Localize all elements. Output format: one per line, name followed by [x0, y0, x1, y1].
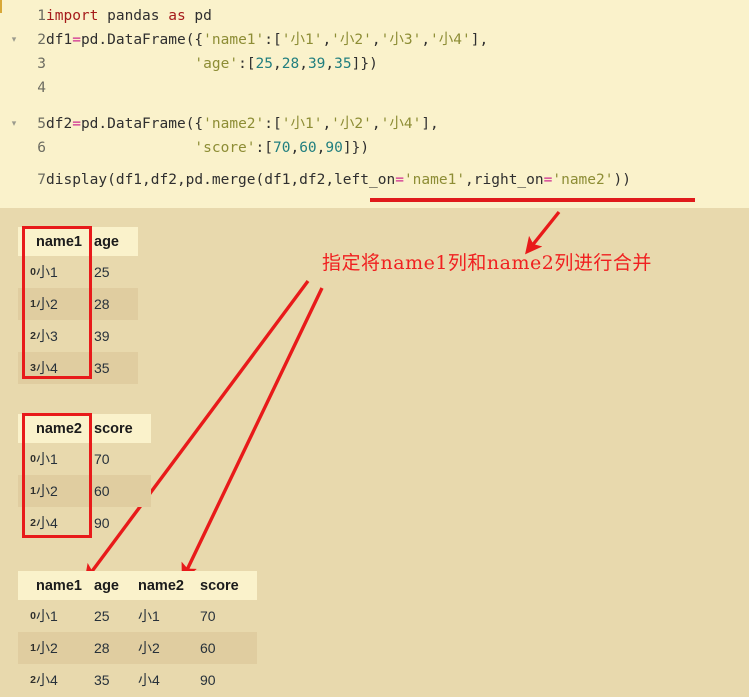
table-row: 0 小1 70	[18, 443, 151, 475]
row-index: 1	[18, 475, 36, 507]
cell-name2: 小2	[138, 632, 200, 664]
cell-name1: 小2	[36, 288, 94, 320]
code-line-6[interactable]: 6 'score':[70,60,90]})	[0, 136, 369, 160]
row-index: 2	[30, 517, 36, 529]
column-header-score[interactable]: score	[200, 571, 257, 600]
arrow-to-merge-args	[525, 210, 561, 255]
line-number-7: 7	[37, 172, 46, 188]
cell-name2: 小4	[36, 515, 58, 531]
cell-name1: 小4	[36, 352, 94, 384]
column-header-age[interactable]: age	[94, 227, 138, 256]
arrow-to-merged-name2	[181, 287, 324, 581]
table-row: 0 小1 25	[18, 256, 138, 288]
cell-name2: 小1	[138, 608, 160, 624]
dataframe-merged: name1 age name2 score 0 小1 25 小1 70 1 小2…	[18, 571, 257, 696]
table-row: 2 小4 90	[18, 507, 151, 539]
cell-name1: 小1	[36, 264, 58, 280]
code-line-1[interactable]: 1import pandas as pd	[0, 4, 212, 28]
row-index: 2	[30, 674, 36, 686]
cell-age: 25	[94, 264, 110, 280]
cell-name1: 小1	[36, 608, 58, 624]
cell-name2: 小1	[36, 451, 58, 467]
cell-age: 28	[94, 288, 138, 320]
cell-name1: 小2	[36, 632, 94, 664]
cell-score: 60	[200, 632, 257, 664]
cell-score: 90	[94, 515, 110, 531]
annotation-label: 指定将name1列和name2列进行合并	[322, 252, 652, 274]
table-row: 2 小3 39	[18, 320, 138, 352]
table-row: 1 小2 28	[18, 288, 138, 320]
column-header-score[interactable]: score	[94, 414, 151, 443]
cell-age: 35	[94, 352, 138, 384]
row-index: 3	[18, 352, 36, 384]
table-row: 0 小1 25 小1 70	[18, 600, 257, 632]
line-number-6: 6	[37, 140, 46, 156]
cell-name2: 小4	[138, 672, 160, 688]
column-header-name1[interactable]: name1	[36, 227, 94, 256]
table-header-row: name1 age name2 score	[18, 571, 257, 600]
cell-score: 60	[94, 475, 151, 507]
line-number-2: 2	[37, 32, 46, 48]
code-line-7[interactable]: 7display(df1,df2,pd.merge(df1,df2,left_o…	[0, 168, 631, 192]
code-line-5[interactable]: 5df2=pd.DataFrame({'name2':['小1','小2','小…	[0, 112, 439, 136]
row-index: 1	[18, 288, 36, 320]
table-row: 2 小4 35 小4 90	[18, 664, 257, 696]
index-header	[18, 414, 36, 443]
notebook-code-cell[interactable]: ▾ ▾ 1import pandas as pd 2df1=pd.DataFra…	[0, 0, 749, 208]
code-line-2[interactable]: 2df1=pd.DataFrame({'name1':['小1','小2','小…	[0, 28, 488, 52]
line-number-3: 3	[37, 56, 46, 72]
table-header-row: name1 age	[18, 227, 138, 256]
row-index: 0	[30, 453, 36, 465]
dataframe-df1: name1 age 0 小1 25 1 小2 28 2 小3 39 3 小4 3…	[18, 227, 138, 384]
cell-score: 90	[200, 672, 216, 688]
table-row: 3 小4 35	[18, 352, 138, 384]
table-row: 1 小2 28 小2 60	[18, 632, 257, 664]
line-number-4: 4	[37, 80, 46, 96]
index-header	[18, 227, 36, 256]
cell-age: 25	[94, 608, 110, 624]
table-row: 1 小2 60	[18, 475, 151, 507]
cell-name2: 小2	[36, 475, 94, 507]
cell-name1: 小3	[36, 328, 58, 344]
column-header-name2[interactable]: name2	[36, 414, 94, 443]
line-number-5: 5	[37, 116, 46, 132]
code-line-4[interactable]: 4	[0, 76, 46, 100]
column-header-age[interactable]: age	[94, 571, 138, 600]
line-number-1: 1	[37, 8, 46, 24]
row-index: 0	[30, 266, 36, 278]
cell-age: 28	[94, 632, 138, 664]
column-header-name1[interactable]: name1	[36, 571, 94, 600]
cell-name1: 小4	[36, 672, 58, 688]
index-header	[18, 571, 36, 600]
cell-score: 70	[200, 608, 216, 624]
row-index: 2	[30, 330, 36, 342]
row-index: 0	[30, 610, 36, 622]
cell-score: 70	[94, 451, 110, 467]
annotation-underline	[370, 198, 695, 202]
table-header-row: name2 score	[18, 414, 151, 443]
cell-age: 39	[94, 328, 110, 344]
cell-age: 35	[94, 672, 110, 688]
dataframe-df2: name2 score 0 小1 70 1 小2 60 2 小4 90	[18, 414, 151, 539]
row-index: 1	[18, 632, 36, 664]
column-header-name2[interactable]: name2	[138, 571, 200, 600]
code-line-3[interactable]: 3 'age':[25,28,39,35]})	[0, 52, 378, 76]
